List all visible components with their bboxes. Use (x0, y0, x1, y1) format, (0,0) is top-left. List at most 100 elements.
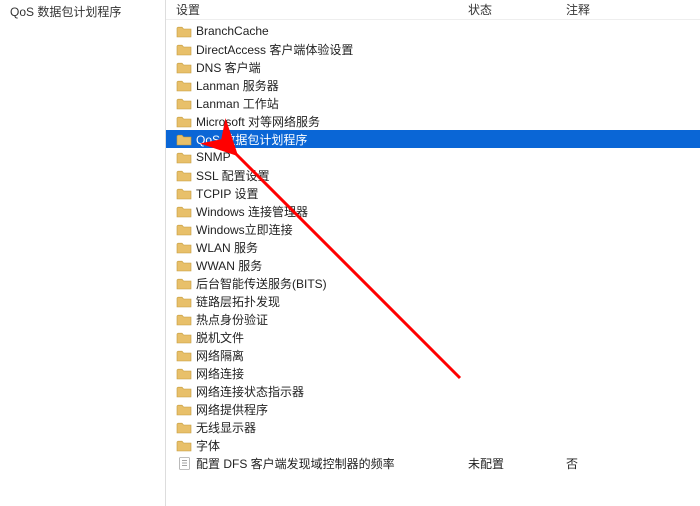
list-item[interactable]: Lanman 服务器 (166, 76, 700, 94)
left-panel-title: QoS 数据包计划程序 (4, 2, 161, 21)
settings-list[interactable]: BranchCacheDirectAccess 客户端体验设置DNS 客户端La… (166, 20, 700, 506)
folder-icon (176, 204, 192, 218)
list-item[interactable]: 脱机文件 (166, 328, 700, 346)
item-name-cell: Lanman 服务器 (176, 77, 468, 94)
list-item[interactable]: 网络提供程序 (166, 400, 700, 418)
column-header-state[interactable]: 状态 (468, 1, 566, 18)
item-label: TCPIP 设置 (196, 185, 258, 202)
item-name-cell: DNS 客户端 (176, 59, 468, 76)
item-label: 后台智能传送服务(BITS) (196, 275, 327, 292)
list-item[interactable]: Windows立即连接 (166, 220, 700, 238)
folder-icon (176, 24, 192, 38)
item-name-cell: 网络隔离 (176, 347, 468, 364)
item-label: 网络连接 (196, 365, 244, 382)
item-label: Windows 连接管理器 (196, 203, 308, 220)
list-item[interactable]: WLAN 服务 (166, 238, 700, 256)
list-item[interactable]: Microsoft 对等网络服务 (166, 112, 700, 130)
item-label: QoS 数据包计划程序 (196, 131, 307, 148)
item-name-cell: 网络提供程序 (176, 401, 468, 418)
list-item[interactable]: DNS 客户端 (166, 58, 700, 76)
folder-icon (176, 150, 192, 164)
app-root: QoS 数据包计划程序 设置 状态 注释 BranchCache DirectAc… (0, 0, 700, 506)
list-item[interactable]: SNMP (166, 148, 700, 166)
list-item[interactable]: QoS 数据包计划程序 (166, 130, 700, 148)
item-label: 脱机文件 (196, 329, 244, 346)
list-item[interactable]: 网络隔离 (166, 346, 700, 364)
list-item[interactable]: SSL 配置设置 (166, 166, 700, 184)
item-name-cell: 配置 DFS 客户端发现域控制器的频率 (176, 455, 468, 472)
folder-icon (176, 222, 192, 236)
folder-icon (176, 258, 192, 272)
item-name-cell: TCPIP 设置 (176, 185, 468, 202)
item-label: Windows立即连接 (196, 221, 293, 238)
item-label: 网络连接状态指示器 (196, 383, 304, 400)
list-item[interactable]: 后台智能传送服务(BITS) (166, 274, 700, 292)
list-item[interactable]: 网络连接 (166, 364, 700, 382)
item-label: Microsoft 对等网络服务 (196, 113, 320, 130)
list-item[interactable]: WWAN 服务 (166, 256, 700, 274)
item-name-cell: 字体 (176, 437, 468, 454)
item-name-cell: WWAN 服务 (176, 257, 468, 274)
item-name-cell: 脱机文件 (176, 329, 468, 346)
item-name-cell: BranchCache (176, 24, 468, 38)
item-name-cell: Microsoft 对等网络服务 (176, 113, 468, 130)
folder-icon (176, 60, 192, 74)
item-label: WLAN 服务 (196, 239, 258, 256)
column-header-comment[interactable]: 注释 (566, 1, 646, 18)
folder-icon (176, 330, 192, 344)
folder-icon (176, 366, 192, 380)
item-name-cell: WLAN 服务 (176, 239, 468, 256)
item-comment: 否 (566, 455, 646, 472)
folder-icon (176, 420, 192, 434)
folder-icon (176, 114, 192, 128)
item-name-cell: 热点身份验证 (176, 311, 468, 328)
item-name-cell: 链路层拓扑发现 (176, 293, 468, 310)
item-name-cell: QoS 数据包计划程序 (176, 131, 468, 148)
folder-icon (176, 348, 192, 362)
item-label: Lanman 工作站 (196, 95, 279, 112)
item-name-cell: 无线显示器 (176, 419, 468, 436)
folder-icon (176, 240, 192, 254)
left-panel: QoS 数据包计划程序 (0, 0, 166, 506)
folder-icon (176, 402, 192, 416)
item-name-cell: Lanman 工作站 (176, 95, 468, 112)
list-item[interactable]: 无线显示器 (166, 418, 700, 436)
folder-icon (176, 78, 192, 92)
item-name-cell: Windows 连接管理器 (176, 203, 468, 220)
list-item[interactable]: BranchCache (166, 22, 700, 40)
folder-icon (176, 168, 192, 182)
folder-icon (176, 312, 192, 326)
item-label: SNMP (196, 150, 231, 164)
item-name-cell: SNMP (176, 150, 468, 164)
item-label: BranchCache (196, 24, 269, 38)
item-label: 热点身份验证 (196, 311, 268, 328)
folder-icon (176, 96, 192, 110)
folder-icon (176, 384, 192, 398)
folder-icon (176, 132, 192, 146)
item-label: DNS 客户端 (196, 59, 261, 76)
list-item[interactable]: TCPIP 设置 (166, 184, 700, 202)
item-name-cell: Windows立即连接 (176, 221, 468, 238)
list-item[interactable]: Lanman 工作站 (166, 94, 700, 112)
item-label: 配置 DFS 客户端发现域控制器的频率 (196, 455, 395, 472)
item-state: 未配置 (468, 455, 566, 472)
column-header: 设置 状态 注释 (166, 0, 700, 20)
list-item[interactable]: 链路层拓扑发现 (166, 292, 700, 310)
item-label: SSL 配置设置 (196, 167, 270, 184)
setting-icon (176, 456, 192, 470)
item-name-cell: 网络连接 (176, 365, 468, 382)
column-header-setting[interactable]: 设置 (176, 1, 468, 18)
list-item[interactable]: DirectAccess 客户端体验设置 (166, 40, 700, 58)
item-label: DirectAccess 客户端体验设置 (196, 41, 353, 58)
list-item[interactable]: 配置 DFS 客户端发现域控制器的频率 未配置否 (166, 454, 700, 472)
list-item[interactable]: 网络连接状态指示器 (166, 382, 700, 400)
item-label: 网络隔离 (196, 347, 244, 364)
list-item[interactable]: Windows 连接管理器 (166, 202, 700, 220)
item-label: 无线显示器 (196, 419, 256, 436)
item-label: 链路层拓扑发现 (196, 293, 280, 310)
item-label: WWAN 服务 (196, 257, 262, 274)
folder-icon (176, 294, 192, 308)
list-item[interactable]: 字体 (166, 436, 700, 454)
list-item[interactable]: 热点身份验证 (166, 310, 700, 328)
folder-icon (176, 276, 192, 290)
